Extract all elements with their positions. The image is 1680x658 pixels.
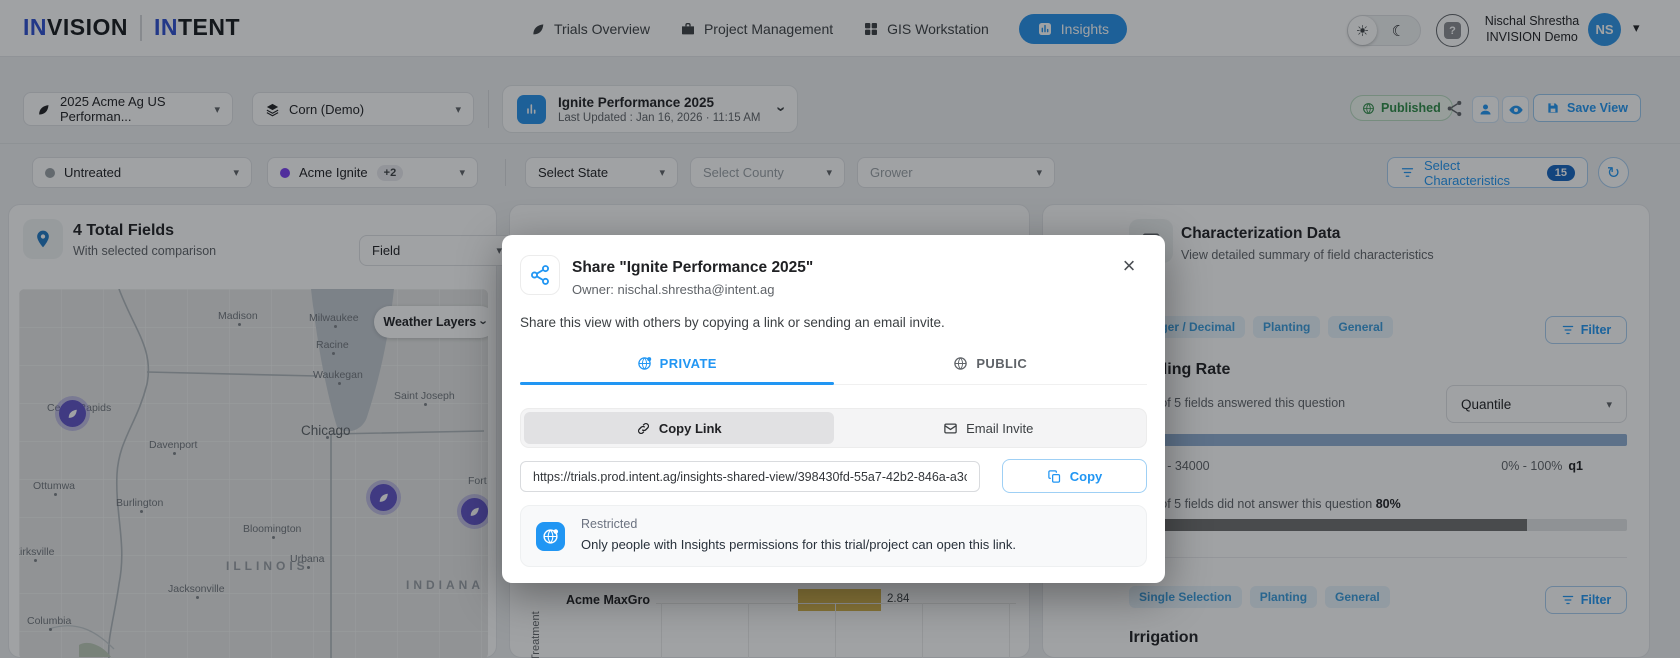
modal-owner: Owner: nischal.shrestha@intent.ag: [572, 282, 775, 297]
copy-link-segment[interactable]: Copy Link: [524, 412, 834, 444]
email-invite-label: Email Invite: [966, 421, 1033, 436]
copy-button[interactable]: Copy: [1002, 459, 1147, 493]
link-icon: [636, 421, 651, 436]
copy-icon: [1047, 469, 1062, 484]
globe-lock-icon: [637, 356, 652, 371]
tab-public[interactable]: PUBLIC: [834, 343, 1148, 384]
tab-private-label: PRIVATE: [660, 356, 717, 371]
copy-button-label: Copy: [1070, 469, 1103, 484]
share-mode-tabs: PRIVATE PUBLIC: [520, 343, 1147, 385]
email-invite-segment[interactable]: Email Invite: [834, 412, 1144, 444]
globe-lock-icon: [536, 522, 565, 551]
tab-public-label: PUBLIC: [976, 356, 1027, 371]
modal-description: Share this view with others by copying a…: [520, 315, 945, 330]
share-nodes-icon: [520, 255, 560, 295]
share-modal: Share "Ignite Performance 2025" Owner: n…: [502, 235, 1165, 583]
mail-icon: [943, 421, 958, 436]
restricted-text: Only people with Insights permissions fo…: [581, 537, 1016, 552]
copy-link-label: Copy Link: [659, 421, 722, 436]
share-method-toggle: Copy Link Email Invite: [520, 408, 1147, 448]
tab-private[interactable]: PRIVATE: [520, 343, 834, 384]
restricted-notice: Restricted Only people with Insights per…: [520, 505, 1147, 567]
active-tab-underline: [520, 382, 834, 385]
app-screen: INVISION INTENT Trials Overview Project …: [0, 0, 1680, 658]
globe-icon: [953, 356, 968, 371]
close-icon[interactable]: ×: [1114, 251, 1144, 281]
share-url-input[interactable]: [520, 461, 980, 492]
modal-title: Share "Ignite Performance 2025": [572, 259, 813, 277]
restricted-title: Restricted: [581, 517, 637, 531]
